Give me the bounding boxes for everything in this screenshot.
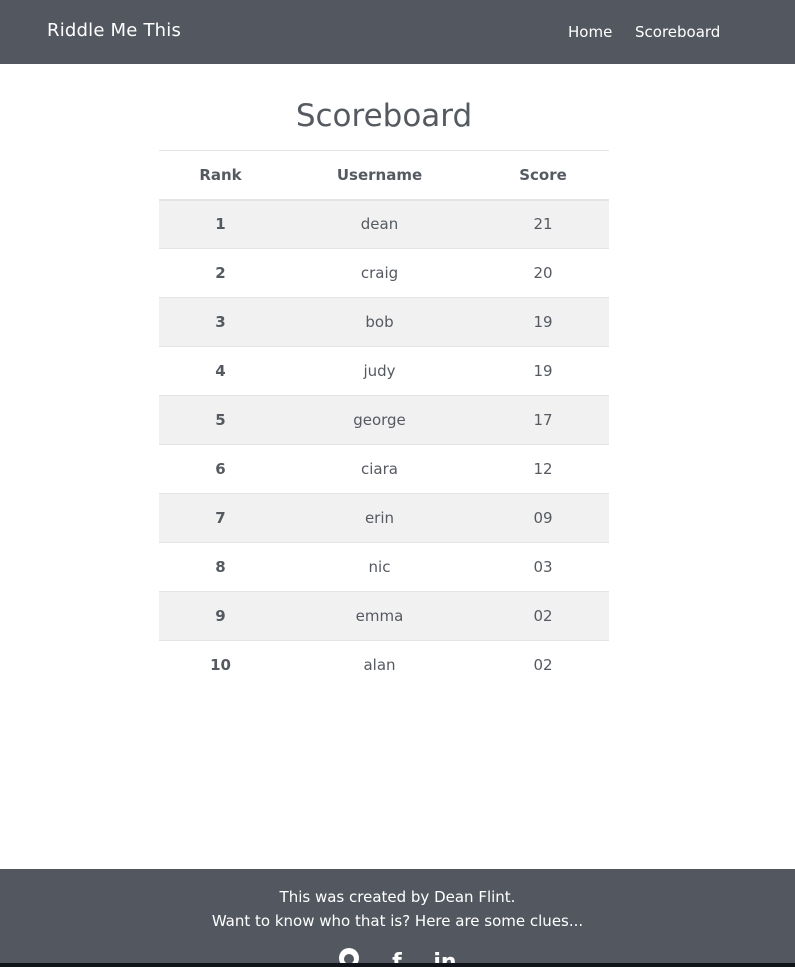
score-cell: 19: [533, 362, 553, 380]
username-cell: nic: [368, 558, 391, 576]
rank-column-header: Rank: [159, 150, 282, 201]
table-header: Rank Username Score: [159, 150, 609, 201]
footer-credit-text: This was created by Dean Flint.: [279, 888, 516, 906]
username-cell: george: [353, 411, 406, 429]
table-row: 2 craig 20: [159, 248, 609, 298]
username-cell: dean: [360, 215, 399, 234]
rank-cell: 6: [215, 460, 226, 478]
navbar: Riddle Me This Home Scoreboard: [0, 0, 795, 64]
rank-cell: 1: [215, 215, 226, 234]
username-cell: craig: [360, 264, 399, 282]
bottom-edge-bar: [0, 963, 795, 967]
score-cell: 12: [533, 460, 553, 478]
username-cell: emma: [355, 607, 404, 625]
rank-cell: 10: [210, 656, 231, 675]
username-cell: alan: [363, 656, 396, 675]
rank-cell: 2: [215, 264, 226, 282]
rank-cell: 4: [215, 362, 226, 380]
score-cell: 09: [533, 509, 553, 527]
score-cell: 02: [533, 607, 553, 625]
rank-cell: 8: [215, 558, 226, 576]
username-cell: ciara: [361, 460, 398, 478]
rank-cell: 7: [215, 509, 226, 527]
table-row: 9 emma 02: [159, 591, 609, 641]
table-row: 7 erin 09: [159, 493, 609, 543]
table-row: 3 bob 19: [159, 297, 609, 347]
footer-clues-text: Want to know who that is? Here are some …: [211, 912, 584, 930]
score-cell: 02: [533, 656, 553, 675]
table-row: 4 judy 19: [159, 346, 609, 396]
rank-cell: 5: [215, 411, 226, 429]
table-row: 5 george 17: [159, 395, 609, 445]
username-cell: erin: [364, 509, 395, 527]
page-title: Scoreboard: [295, 98, 473, 134]
table-row: 10 alan 02: [159, 640, 609, 690]
scoreboard-table: Rank Username Score 1 dean 21 2 craig 20 3 bob 1…: [159, 150, 609, 690]
footer: This was created by Dean Flint. Want to …: [0, 869, 795, 967]
brand-link[interactable]: Riddle Me This: [47, 20, 181, 41]
nav-home-link[interactable]: Home: [568, 23, 612, 41]
username-column-header: Username: [282, 150, 477, 201]
score-cell: 17: [533, 411, 553, 429]
rank-cell: 3: [215, 313, 226, 331]
score-cell: 19: [533, 313, 553, 331]
table-row: 1 dean 21: [159, 199, 609, 249]
table-body: 1 dean 21 2 craig 20 3 bob 19 4 judy 19 5 george 17 6 ci…: [159, 199, 609, 690]
rank-cell: 9: [215, 607, 226, 625]
username-cell: bob: [365, 313, 394, 331]
score-cell: 20: [533, 264, 553, 282]
header-row: Rank Username Score: [159, 150, 609, 201]
score-column-header: Score: [477, 150, 609, 201]
username-cell: judy: [363, 362, 396, 380]
score-cell: 21: [533, 215, 553, 234]
score-cell: 03: [533, 558, 553, 576]
table-row: 8 nic 03: [159, 542, 609, 592]
nav-scoreboard-link[interactable]: Scoreboard: [635, 23, 720, 41]
table-row: 6 ciara 12: [159, 444, 609, 494]
